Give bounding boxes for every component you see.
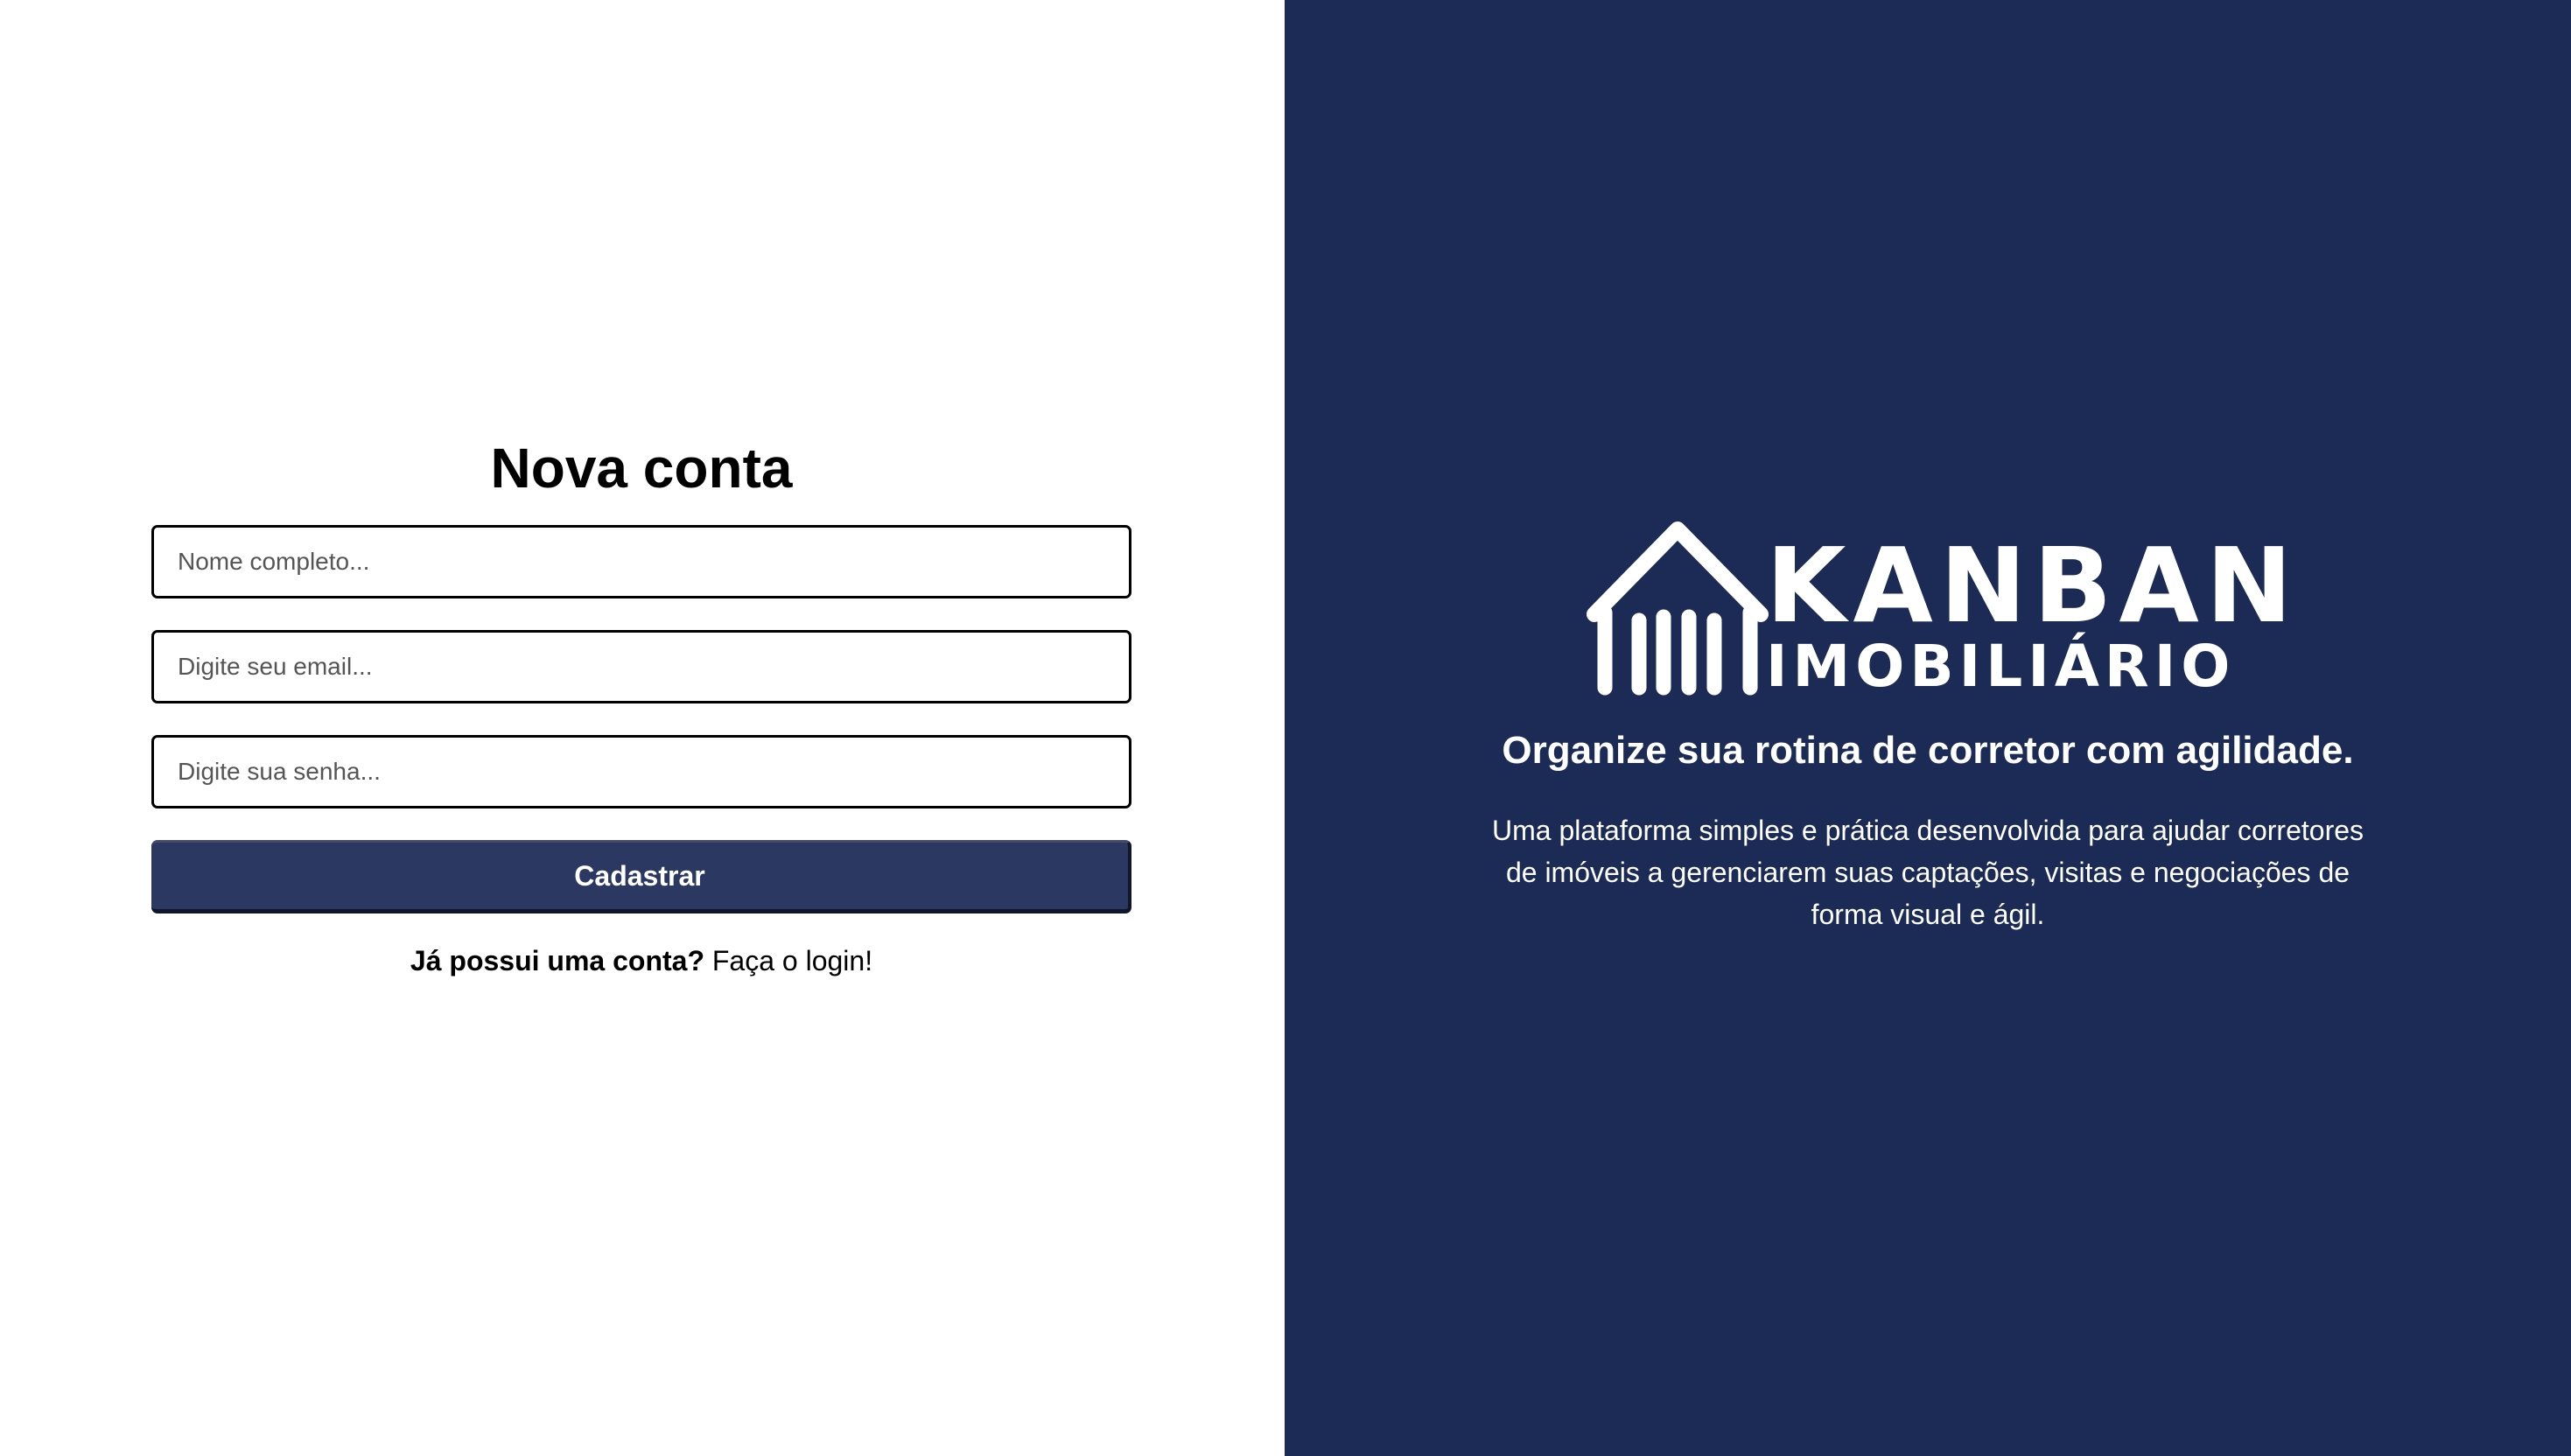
logo-text-imobiliario: IMOBILIÁRIO [1766, 633, 2236, 700]
login-question: Já possui uma conta? [410, 945, 704, 976]
kanban-imobiliario-logo: KANBAN IMOBILIÁRIO [1587, 521, 2293, 704]
brand-tagline: Organize sua rotina de corretor com agil… [1502, 729, 2354, 772]
page-title: Nova conta [490, 437, 793, 500]
password-input[interactable] [151, 735, 1131, 808]
email-input[interactable] [151, 630, 1131, 704]
house-icon [1587, 522, 1769, 696]
register-panel: Nova conta Cadastrar Já possui uma conta… [0, 0, 1285, 1456]
login-link[interactable]: Faça o login! [712, 945, 872, 976]
login-prompt: Já possui uma conta? Faça o login! [151, 945, 1131, 977]
brand-description: Uma plataforma simples e prática desenvo… [1491, 815, 2364, 930]
register-button[interactable]: Cadastrar [151, 840, 1131, 914]
register-page: Nova conta Cadastrar Já possui uma conta… [0, 0, 2571, 1456]
brand-panel: KANBAN IMOBILIÁRIO Organize sua rotina d… [1285, 0, 2571, 1456]
logo-text-kanban: KANBAN [1766, 525, 2300, 646]
register-form: Nova conta Cadastrar Já possui uma conta… [151, 429, 1131, 977]
full-name-input[interactable] [151, 525, 1131, 598]
